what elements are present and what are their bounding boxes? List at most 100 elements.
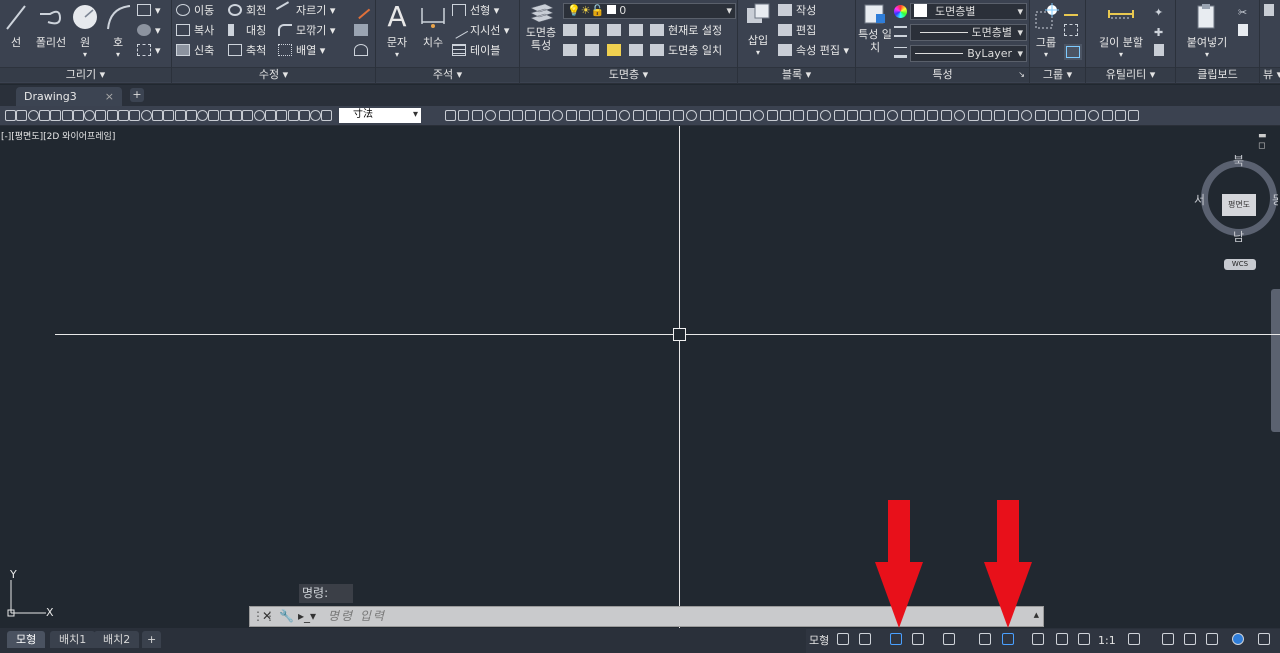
toolbar-tool-icon[interactable]: [780, 110, 791, 121]
layer-properties-button[interactable]: 도면층 특성: [522, 2, 560, 52]
toolbar-tool-icon[interactable]: [1088, 110, 1099, 121]
stretch-button[interactable]: 신축: [176, 42, 214, 60]
match-layer-button[interactable]: 도면층 일치: [650, 42, 722, 60]
toolbar-tool-icon[interactable]: [73, 110, 84, 121]
tab-model[interactable]: 모형: [7, 631, 46, 648]
layer-tool-2[interactable]: [585, 22, 603, 40]
toolbar-tool-icon[interactable]: [310, 110, 321, 121]
toolbar-tool-icon[interactable]: [1048, 110, 1059, 121]
layer-tool-3[interactable]: [607, 22, 625, 40]
toolbar-tool-icon[interactable]: [1035, 110, 1046, 121]
toolbar-tool-icon[interactable]: [901, 110, 912, 121]
toolbar-tool-icon[interactable]: [606, 110, 617, 121]
dimension-button[interactable]: 치수: [418, 2, 448, 50]
toolbar-tool-icon[interactable]: [860, 110, 871, 121]
toolbar-tool-icon[interactable]: [499, 110, 510, 121]
viewport-window-controls[interactable]: ▬ ◻: [1258, 131, 1274, 151]
utilities-panel-title[interactable]: 유틸리티 ▾: [1086, 67, 1175, 82]
line-button[interactable]: 선: [3, 2, 29, 50]
hatch-button[interactable]: ▾: [137, 22, 161, 40]
scale-button[interactable]: 축척: [228, 42, 266, 60]
customize-wrench-icon[interactable]: 🔧: [279, 607, 294, 626]
layer-dropdown[interactable]: 💡☀🔓 0 ▾: [563, 3, 736, 19]
group-edit-button[interactable]: [1064, 22, 1082, 40]
explode-button[interactable]: [354, 22, 372, 40]
layer-tool-7[interactable]: [607, 42, 625, 60]
isolate-objects-icon[interactable]: [1232, 633, 1244, 649]
close-tab-icon[interactable]: ×: [105, 87, 114, 106]
group-button[interactable]: 그룹 ▾: [1032, 2, 1060, 59]
toolbar-tool-icon[interactable]: [673, 110, 684, 121]
toolbar-tool-icon[interactable]: [525, 110, 536, 121]
paste-button[interactable]: 붙여넣기 ▾: [1182, 2, 1232, 59]
transparency-icon[interactable]: [1056, 633, 1068, 649]
workspace-gear-icon[interactable]: [1128, 633, 1140, 649]
toolbar-tool-icon[interactable]: [129, 110, 140, 121]
command-close-icon[interactable]: ✕: [262, 607, 272, 626]
ortho-icon[interactable]: [890, 633, 902, 649]
clipboard-panel-title[interactable]: 클립보드: [1176, 67, 1259, 82]
toolbar-tool-icon[interactable]: [231, 110, 242, 121]
toolbar-tool-icon[interactable]: [1061, 110, 1072, 121]
text-button[interactable]: A 문자 ▾: [384, 2, 410, 60]
toolbar-tool-icon[interactable]: [321, 110, 332, 121]
grid-icon[interactable]: [837, 633, 849, 649]
layer-tool-4[interactable]: [629, 22, 647, 40]
toolbar-tool-icon[interactable]: [1115, 110, 1126, 121]
modify-panel-title[interactable]: 수정 ▾: [172, 67, 375, 82]
toolbar-tool-icon[interactable]: [5, 110, 16, 121]
toolbar-tool-icon[interactable]: [1008, 110, 1019, 121]
toolbar-tool-icon[interactable]: [566, 110, 577, 121]
toolbar-tool-icon[interactable]: [619, 110, 630, 121]
command-expand-icon[interactable]: ▲: [1034, 611, 1039, 619]
toolbar-tool-icon[interactable]: [28, 110, 39, 121]
navigation-bar[interactable]: [1271, 289, 1280, 432]
toolbar-tool-icon[interactable]: [62, 110, 73, 121]
toolbar-tool-icon[interactable]: [1075, 110, 1086, 121]
mirror-button[interactable]: 대칭: [228, 22, 266, 40]
lineweight-dropdown[interactable]: ByLayer ▾: [910, 45, 1027, 62]
toolbar-tool-icon[interactable]: [254, 110, 265, 121]
trim-button[interactable]: 자르기 ▾: [275, 1, 335, 20]
toolbar-tool-icon[interactable]: [847, 110, 858, 121]
toolbar-tool-icon[interactable]: [807, 110, 818, 121]
toolbar-tool-icon[interactable]: [834, 110, 845, 121]
layer-tool-6[interactable]: [585, 42, 603, 60]
toolbar-tool-icon[interactable]: [539, 110, 550, 121]
tab-layout1[interactable]: 배치1: [50, 631, 96, 648]
circle-button[interactable]: 원 ▾: [70, 2, 100, 59]
text-dropdown-icon[interactable]: ▾: [384, 50, 410, 59]
select-all-button[interactable]: ✚: [1154, 22, 1172, 40]
annotation-scale-button[interactable]: 1:1: [1098, 633, 1116, 649]
selection-cycle-icon[interactable]: [1078, 633, 1090, 649]
units-icon[interactable]: [1206, 633, 1218, 649]
toolbar-tool-icon[interactable]: [941, 110, 952, 121]
polar-icon[interactable]: [912, 633, 924, 649]
tab-layout2[interactable]: 배치2: [94, 631, 140, 648]
toolbar-tool-icon[interactable]: [1021, 110, 1032, 121]
snap-icon[interactable]: [859, 633, 871, 649]
dimstyle-select[interactable]: 寸法: [339, 108, 421, 123]
paste-dropdown-icon[interactable]: ▾: [1182, 50, 1232, 59]
layer-tool-5[interactable]: [563, 42, 581, 60]
toolbar-tool-icon[interactable]: [152, 110, 163, 121]
isodraft-icon[interactable]: [943, 633, 955, 649]
groups-panel-title[interactable]: 그룹 ▾: [1030, 67, 1085, 82]
toolbar-tool-icon[interactable]: [288, 110, 299, 121]
view-button[interactable]: [1264, 2, 1278, 20]
ungroup-button[interactable]: [1064, 2, 1082, 20]
offset-button[interactable]: [354, 42, 372, 60]
create-block-button[interactable]: 작성: [778, 2, 816, 20]
toolbar-tool-icon[interactable]: [659, 110, 670, 121]
toolbar-tool-icon[interactable]: [276, 110, 287, 121]
toolbar-tool-icon[interactable]: [968, 110, 979, 121]
group-dropdown-icon[interactable]: ▾: [1032, 50, 1060, 59]
new-tab-button[interactable]: +: [130, 88, 144, 102]
viewport-controls-label[interactable]: [-][평면도][2D 와이어프레임]: [1, 129, 115, 142]
leader-button[interactable]: 지시선 ▾: [449, 21, 509, 40]
toolbar-tool-icon[interactable]: [118, 110, 129, 121]
toolbar-tool-icon[interactable]: [646, 110, 657, 121]
toolbar-tool-icon[interactable]: [163, 110, 174, 121]
toolbar-tool-icon[interactable]: [485, 110, 496, 121]
toolbar-tool-icon[interactable]: [445, 110, 456, 121]
